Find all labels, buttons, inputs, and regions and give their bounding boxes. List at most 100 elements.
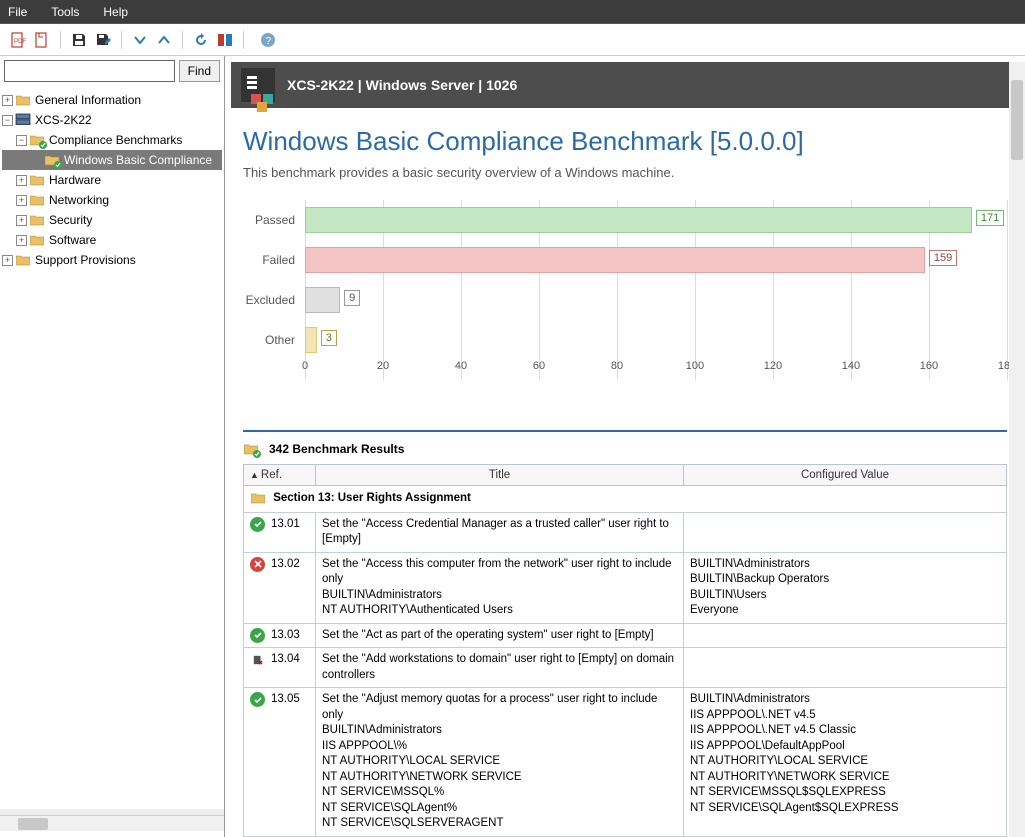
tree[interactable]: + General Information − XCS-2K22 − Compl… [0, 86, 224, 809]
tree-hardware[interactable]: + Hardware [2, 170, 222, 190]
expand-icon[interactable]: + [16, 195, 27, 206]
tree-windows-basic-compliance[interactable]: Windows Basic Compliance [2, 150, 222, 170]
separator [121, 31, 122, 49]
row-value: BUILTIN\Administrators BUILTIN\Backup Op… [684, 552, 1007, 623]
status-pass-icon [250, 628, 265, 643]
chart-row-failed: Failed 159 [243, 240, 1007, 280]
expand-icon[interactable]: + [16, 235, 27, 246]
separator [243, 31, 244, 49]
folder-icon [29, 213, 45, 227]
chart-label: Excluded [243, 293, 305, 307]
status-na-icon [250, 652, 265, 667]
tree-label: General Information [35, 90, 141, 110]
axis-tick: 20 [377, 360, 389, 372]
refresh-icon[interactable] [191, 30, 211, 50]
tree-label: Networking [49, 190, 109, 210]
section-row[interactable]: Section 13: User Rights Assignment [244, 486, 1007, 513]
folder-icon [29, 173, 45, 187]
folder-icon [29, 233, 45, 247]
row-title: Set the "Access this computer from the n… [316, 552, 684, 623]
tree-general-information[interactable]: + General Information [2, 90, 222, 110]
table-row[interactable]: 13.04 Set the "Add workstations to domai… [244, 648, 1007, 688]
bar-failed [305, 247, 925, 273]
axis-tick: 160 [920, 360, 938, 372]
save-icon[interactable] [69, 30, 89, 50]
results-chart: Passed 171 Failed 159 Excluded 9 Other 3… [243, 200, 1007, 400]
tree-label: Support Provisions [35, 250, 136, 270]
server-icon [15, 113, 31, 127]
sort-asc-icon: ▲ [250, 470, 259, 480]
axis-tick: 140 [842, 360, 860, 372]
ref: 13.01 [271, 517, 300, 533]
search-input[interactable] [4, 60, 175, 82]
vertical-scrollbar[interactable] [1009, 62, 1025, 837]
menu-file[interactable]: File [8, 5, 27, 19]
bar-value: 9 [344, 290, 360, 306]
table-row[interactable]: 13.01 Set the "Access Credential Manager… [244, 512, 1007, 552]
folder-icon [250, 491, 266, 505]
table-row[interactable]: 13.05 Set the "Adjust memory quotas for … [244, 688, 1007, 837]
bar-passed [305, 207, 972, 233]
status-pass-icon [250, 692, 265, 707]
expand-icon[interactable]: + [16, 175, 27, 186]
tree-networking[interactable]: + Networking [2, 190, 222, 210]
help-icon[interactable]: ? [258, 30, 278, 50]
tree-support[interactable]: + Support Provisions [2, 250, 222, 270]
ref: 13.02 [271, 557, 300, 573]
tree-label: Windows Basic Compliance [64, 150, 212, 170]
tree-label: Hardware [49, 170, 101, 190]
tree-host[interactable]: − XCS-2K22 [2, 110, 222, 130]
row-title: Set the "Adjust memory quotas for a proc… [316, 688, 684, 837]
expand-icon[interactable]: + [2, 255, 13, 266]
results-count: 342 Benchmark Results [269, 442, 404, 456]
results-table: ▲Ref. Title Configured Value Section 13:… [243, 464, 1007, 837]
page-description: This benchmark provides a basic security… [243, 165, 1007, 180]
row-value [684, 623, 1007, 648]
toolbar: PDF ? [0, 24, 1025, 56]
export-pdf-icon[interactable]: PDF [8, 30, 28, 50]
menubar: File Tools Help [0, 0, 1025, 24]
ref: 13.05 [271, 692, 300, 708]
row-value [684, 648, 1007, 688]
compare-icon[interactable] [215, 30, 235, 50]
collapse-up-icon[interactable] [154, 30, 174, 50]
ref: 13.04 [271, 652, 300, 668]
save-edit-icon[interactable] [93, 30, 113, 50]
horizontal-scrollbar[interactable] [0, 815, 224, 831]
collapse-down-icon[interactable] [130, 30, 150, 50]
menu-help[interactable]: Help [103, 5, 128, 19]
search-row: Find [0, 56, 224, 86]
ref: 13.03 [271, 628, 300, 644]
separator [182, 31, 183, 49]
tree-compliance[interactable]: − Compliance Benchmarks [2, 130, 222, 150]
col-title[interactable]: Title [316, 465, 684, 486]
col-value[interactable]: Configured Value [684, 465, 1007, 486]
find-button[interactable]: Find [179, 60, 220, 82]
axis-tick: 80 [611, 360, 623, 372]
content-scroll[interactable]: Windows Basic Compliance Benchmark [5.0.… [225, 108, 1025, 837]
bar-value: 3 [321, 330, 337, 346]
table-header-row: ▲Ref. Title Configured Value [244, 465, 1007, 486]
chart-label: Failed [243, 253, 305, 267]
collapse-icon[interactable]: − [2, 115, 13, 126]
chart-label: Other [243, 333, 305, 347]
main-area: Find + General Information − XCS-2K22 − … [0, 56, 1025, 837]
table-row[interactable]: 13.03 Set the "Act as part of the operat… [244, 623, 1007, 648]
axis-tick: 120 [764, 360, 782, 372]
export-doc-icon[interactable] [32, 30, 52, 50]
expand-icon[interactable]: + [2, 95, 13, 106]
tree-software[interactable]: + Software [2, 230, 222, 250]
tree-label: Software [49, 230, 96, 250]
table-row[interactable]: 13.02 Set the "Access this computer from… [244, 552, 1007, 623]
bar-value: 159 [929, 250, 957, 266]
chart-row-passed: Passed 171 [243, 200, 1007, 240]
status-fail-icon [250, 557, 265, 572]
expand-icon[interactable]: + [16, 215, 27, 226]
collapse-icon[interactable]: − [16, 135, 27, 146]
tree-label: Security [49, 210, 92, 230]
col-ref[interactable]: ▲Ref. [244, 465, 316, 486]
menu-tools[interactable]: Tools [51, 5, 79, 19]
svg-text:?: ? [266, 36, 272, 47]
folder-check-icon [243, 442, 259, 456]
tree-security[interactable]: + Security [2, 210, 222, 230]
